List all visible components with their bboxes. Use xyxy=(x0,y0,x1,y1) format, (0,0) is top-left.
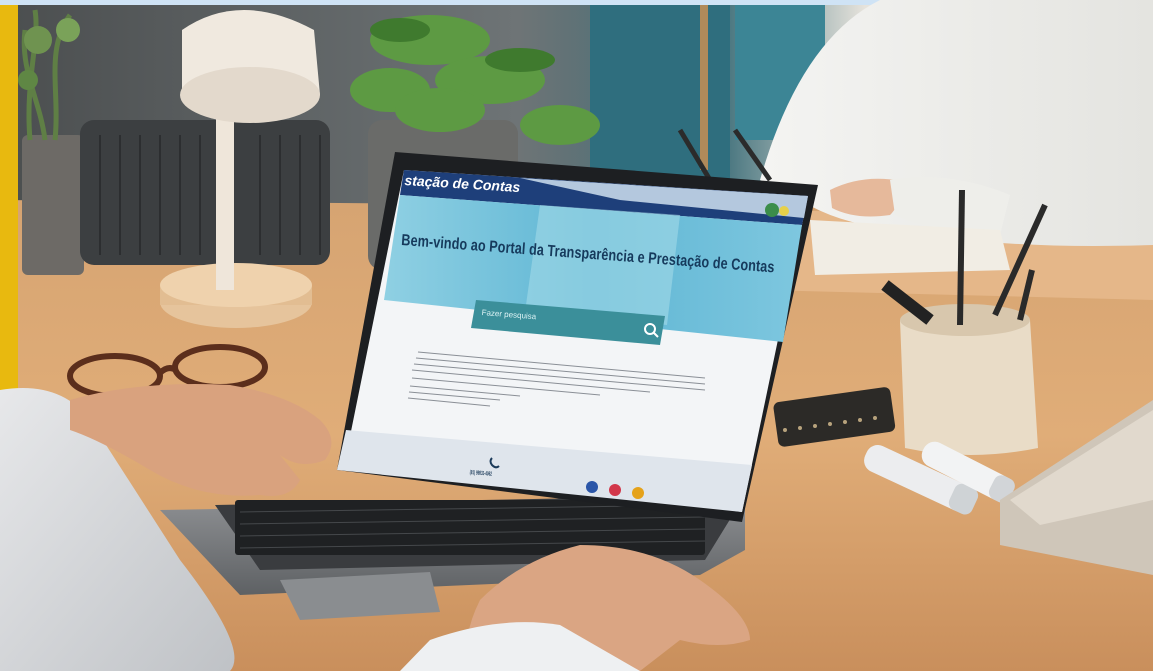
phone-icon xyxy=(488,454,500,466)
email-icon[interactable] xyxy=(632,487,644,499)
photo-illustration xyxy=(0,0,1153,671)
search-icon[interactable] xyxy=(643,322,659,338)
photo-scene: stação de Contas Bem-vindo ao Portal da … xyxy=(0,0,1153,671)
instagram-icon[interactable] xyxy=(609,484,621,496)
facebook-icon[interactable] xyxy=(586,481,598,493)
